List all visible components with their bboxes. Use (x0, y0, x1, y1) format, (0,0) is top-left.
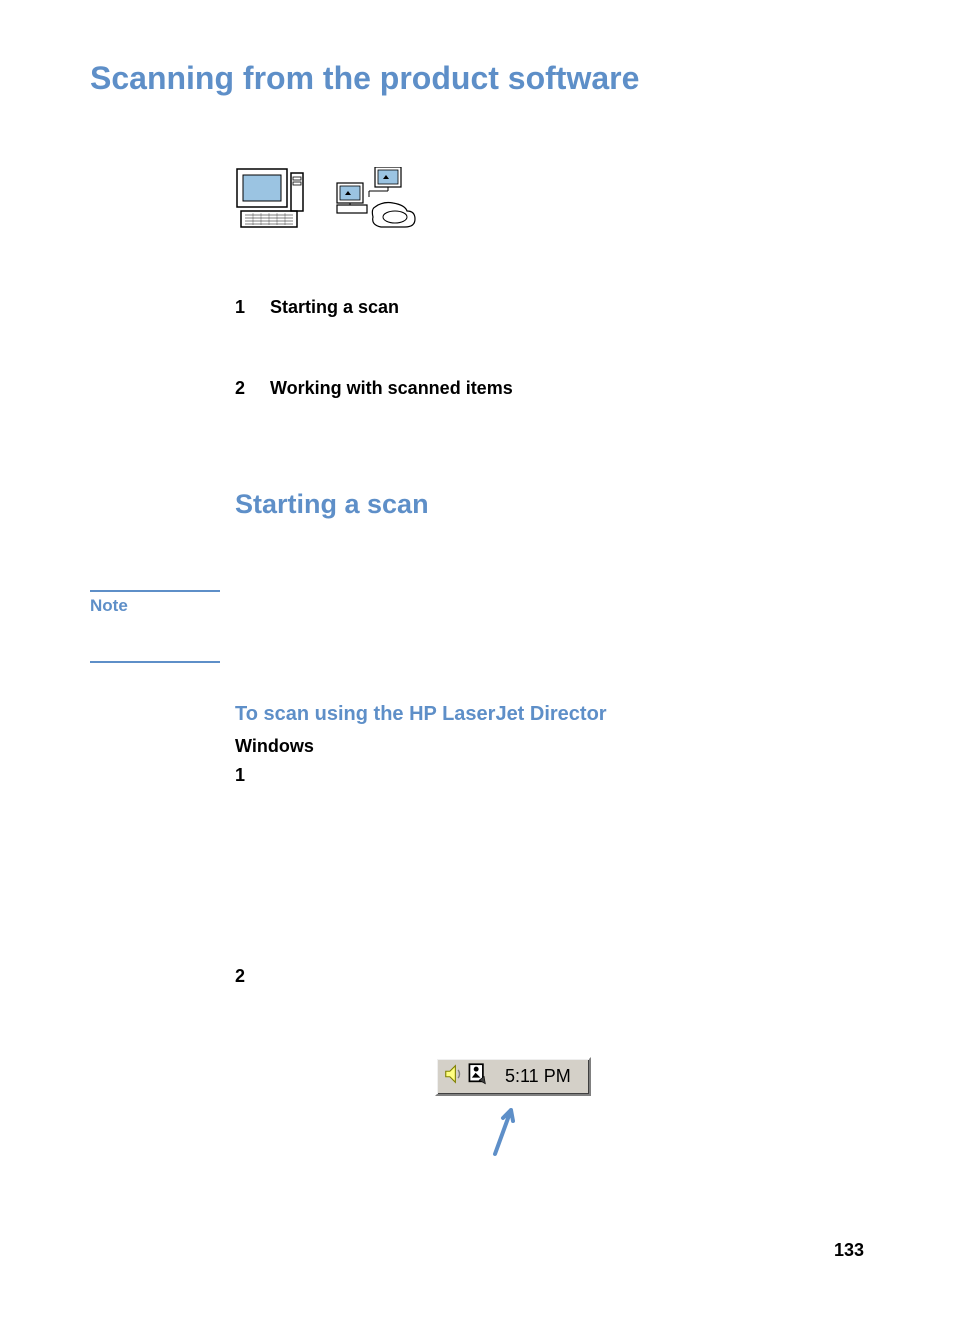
note-block: Note (90, 590, 864, 663)
speaker-icon (443, 1063, 467, 1090)
computer-icon (235, 167, 315, 237)
system-tray: 5:11 PM (435, 1057, 591, 1096)
page-number: 133 (834, 1240, 864, 1261)
toc-number: 1 (235, 297, 270, 318)
note-rule-top (90, 590, 220, 592)
subsection-heading: To scan using the HP LaserJet Director (235, 703, 864, 726)
note-rule-bottom (90, 661, 220, 663)
os-heading: Windows (235, 736, 864, 757)
toc-item: 2 Working with scanned items (235, 378, 864, 399)
toc-label: Starting a scan (270, 297, 399, 318)
hp-director-tray-icon (467, 1063, 505, 1090)
icon-row-devices (235, 167, 864, 237)
step-number: 2 (235, 966, 864, 987)
page-title: Scanning from the product software (90, 60, 864, 97)
section-heading: Starting a scan (235, 489, 864, 520)
tray-clock: 5:11 PM (505, 1066, 571, 1087)
pointer-arrow (485, 1104, 864, 1164)
step-number: 1 (235, 765, 864, 786)
network-scanner-icon (335, 167, 425, 237)
note-label: Note (90, 596, 864, 616)
toc-number: 2 (235, 378, 270, 399)
toc-item: 1 Starting a scan (235, 297, 864, 318)
toc-label: Working with scanned items (270, 378, 513, 399)
